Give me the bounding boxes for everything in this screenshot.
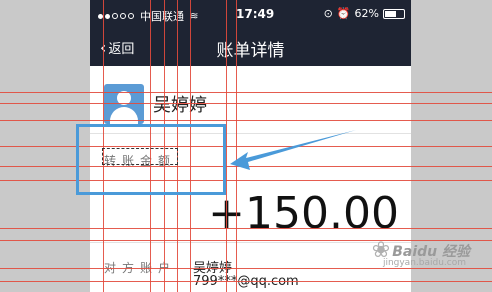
signal-dot-icon — [105, 13, 110, 19]
signal-dot-icon — [112, 13, 118, 19]
battery-icon — [383, 8, 405, 19]
selection-box — [102, 148, 178, 165]
user-header: 吴婷婷 — [104, 84, 207, 124]
avatar-body-shape — [110, 107, 138, 124]
rotation-lock-icon: ⊙ — [323, 7, 333, 20]
guide-line — [0, 103, 492, 104]
nav-bar: ‹ 返回 账单详情 — [90, 28, 411, 66]
guide-line — [0, 180, 492, 181]
alarm-icon: ⏰ — [336, 7, 351, 20]
guide-line — [0, 281, 492, 282]
guide-line — [0, 92, 492, 93]
wifi-icon: ≋ — [190, 10, 199, 22]
status-time: 17:49 — [236, 7, 275, 21]
guide-line — [0, 268, 492, 269]
signal-dot-icon — [120, 13, 126, 19]
pointer-arrow-icon — [230, 130, 356, 170]
user-name: 吴婷婷 — [153, 95, 207, 116]
signal-dot-icon — [128, 13, 134, 19]
status-right: ⊙ ⏰ 62% — [324, 7, 405, 20]
battery-percent: 62% — [354, 7, 379, 20]
signal-carrier: 中国联通 ≋ — [98, 8, 198, 24]
page-title: 账单详情 — [216, 41, 285, 61]
guide-line — [0, 228, 492, 229]
avatar[interactable] — [104, 84, 144, 124]
watermark-site: jingyan.baidu.com — [382, 258, 466, 268]
divider — [90, 242, 411, 243]
guide-line — [226, 0, 227, 292]
status-bar: 中国联通 ≋ 17:49 ⊙ ⏰ 62% — [90, 0, 411, 28]
guide-line — [0, 120, 492, 121]
